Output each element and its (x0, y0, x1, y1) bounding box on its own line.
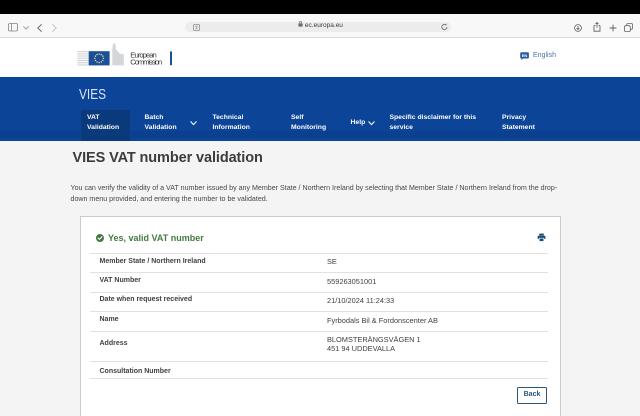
svg-text:Commission: Commission (130, 58, 162, 67)
svg-text:EN: EN (521, 53, 527, 58)
